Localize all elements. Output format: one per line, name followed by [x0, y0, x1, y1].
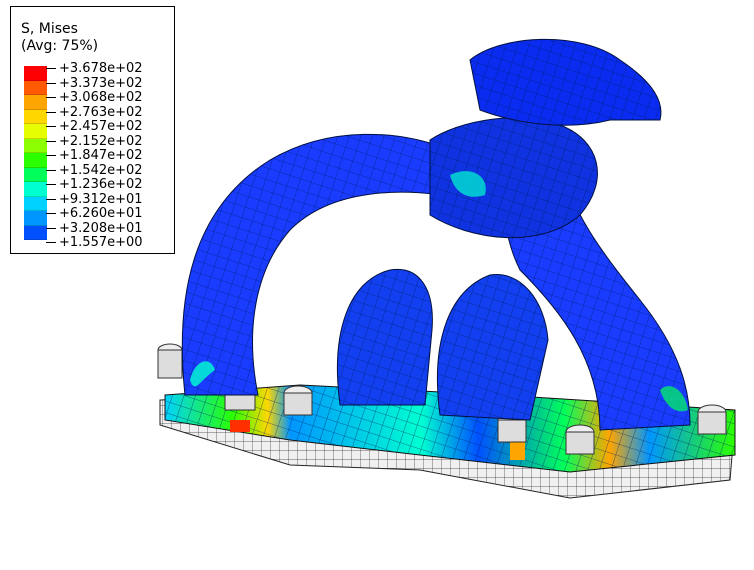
fea-model-view [157, 38, 736, 499]
exhaust-runners [181, 38, 691, 431]
